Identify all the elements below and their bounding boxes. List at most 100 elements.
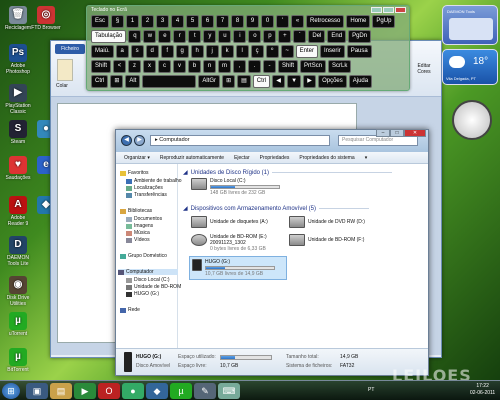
key[interactable]: Shift — [91, 60, 112, 73]
key[interactable]: º — [265, 45, 279, 58]
forward-button[interactable]: ▶ — [134, 135, 145, 146]
desktop-icon-playstation[interactable]: ▶ PlayStation Classic — [2, 84, 34, 115]
key[interactable]: 1 — [126, 15, 140, 28]
key[interactable]: h — [190, 45, 204, 58]
key[interactable]: x — [143, 60, 157, 73]
key[interactable]: Del — [308, 30, 326, 43]
address-bar[interactable]: ▸ Computador — [150, 135, 330, 146]
key[interactable]: AltGr — [198, 75, 221, 88]
desktop-icon-disk-utils[interactable]: ◉ Disk Drive Utilities — [2, 276, 34, 307]
key[interactable]: ç — [250, 45, 264, 58]
key[interactable]: ◀ — [272, 75, 286, 88]
key[interactable]: u — [218, 30, 232, 43]
key[interactable] — [142, 75, 197, 88]
file-tab[interactable]: Ficheiro — [55, 44, 85, 54]
nav-downloads[interactable]: Transferências — [126, 192, 167, 198]
key[interactable]: + — [278, 30, 292, 43]
nav-documents[interactable]: Documentos — [126, 216, 162, 222]
app-taskbar-icon[interactable]: ◆ — [146, 383, 168, 399]
key[interactable]: - — [263, 60, 277, 73]
nav-computer[interactable]: Computador — [118, 269, 178, 275]
drive-f[interactable]: Unidade de BD-ROM (F:) — [289, 234, 364, 246]
key[interactable]: 2 — [141, 15, 155, 28]
key[interactable]: « — [291, 15, 305, 28]
weather-gadget[interactable]: 18° Vila Delgada, PT — [442, 49, 498, 85]
key[interactable]: Alt — [125, 75, 141, 88]
key[interactable]: j — [205, 45, 219, 58]
key[interactable]: r — [173, 30, 187, 43]
key[interactable]: l — [235, 45, 249, 58]
maximize-button[interactable]: □ — [390, 129, 404, 137]
key[interactable]: 9 — [246, 15, 260, 28]
key[interactable]: g — [175, 45, 189, 58]
nav-videos[interactable]: Vídeos — [126, 237, 150, 243]
desktop-icon-photoshop[interactable]: Ps Adobe Photoshop — [2, 44, 34, 75]
key[interactable]: y — [203, 30, 217, 43]
more-commands-button[interactable]: ▾ — [365, 152, 368, 163]
key[interactable]: ▼ — [287, 75, 302, 88]
key[interactable]: 7 — [216, 15, 230, 28]
nav-libraries[interactable]: Bibliotecas — [120, 208, 152, 214]
key[interactable]: q — [128, 30, 142, 43]
nav-music[interactable]: Música — [126, 230, 150, 236]
paint-taskbar-icon[interactable]: ✎ — [194, 383, 216, 399]
key[interactable]: 0 — [261, 15, 275, 28]
clock-gadget[interactable] — [452, 100, 492, 140]
key[interactable]: ~ — [280, 45, 294, 58]
nav-bd-rom[interactable]: Unidade de BD-ROM — [126, 284, 181, 290]
organize-menu[interactable]: Organizar ▾ — [124, 152, 150, 163]
key[interactable]: Retrocesso — [306, 15, 345, 28]
key[interactable]: ⊞ — [110, 75, 124, 88]
nav-places[interactable]: Localizações — [126, 185, 163, 191]
key[interactable]: Inserir — [320, 45, 345, 58]
desktop-icon-browser[interactable]: ◎ FTD Browser — [30, 6, 62, 31]
key[interactable]: m — [218, 60, 232, 73]
desktop-icon-daemon-tools[interactable]: D DAEMON Tools Lite — [2, 236, 34, 267]
media-taskbar-icon[interactable]: ▶ — [74, 383, 96, 399]
nav-images[interactable]: Imagens — [126, 223, 153, 229]
key[interactable]: ScrLk — [328, 60, 352, 73]
opera-taskbar-icon[interactable]: O — [98, 383, 120, 399]
daemon-gadget[interactable]: DAEMON Tools — [442, 5, 498, 45]
key[interactable]: e — [158, 30, 172, 43]
nav-drive-c[interactable]: Disco Local (C:) — [126, 277, 170, 283]
nav-network[interactable]: Rede — [120, 307, 140, 313]
nav-drive-g[interactable]: HUGO (G:) — [126, 291, 159, 297]
key[interactable]: i — [233, 30, 247, 43]
keyboard-taskbar-icon[interactable]: ⌨ — [218, 383, 240, 399]
key[interactable]: Pausa — [346, 45, 372, 58]
minimize-button[interactable] — [371, 7, 382, 13]
key[interactable]: t — [188, 30, 202, 43]
key[interactable]: ⊞ — [222, 75, 236, 88]
explorer-taskbar-icon[interactable]: ▣ — [26, 383, 48, 399]
key[interactable]: d — [145, 45, 159, 58]
key[interactable]: PgUp — [372, 15, 396, 28]
key[interactable]: . — [248, 60, 262, 73]
system-properties-button[interactable]: Propriedades do sistema — [299, 152, 354, 163]
edit-colors-button[interactable]: Editar Cores — [411, 63, 437, 75]
key[interactable]: k — [220, 45, 234, 58]
key[interactable]: ▶ — [303, 75, 317, 88]
utorrent-taskbar-icon[interactable]: µ — [170, 383, 192, 399]
key[interactable]: Opções — [318, 75, 347, 88]
key[interactable]: ' — [276, 15, 290, 28]
paste-icon[interactable] — [57, 59, 73, 81]
nav-homegroup[interactable]: Grupo Doméstico — [120, 253, 167, 259]
desktop-icon-utorrent[interactable]: µ uTorrent — [2, 312, 34, 337]
key[interactable]: 3 — [156, 15, 170, 28]
key[interactable]: v — [173, 60, 187, 73]
key[interactable]: s — [130, 45, 144, 58]
key[interactable]: Ctrl — [91, 75, 109, 88]
group-hard-drives[interactable]: ◢ Unidades de Disco Rígido (1) — [183, 169, 392, 176]
language-indicator[interactable]: PT — [368, 387, 374, 393]
eject-button[interactable]: Ejectar — [234, 152, 250, 163]
close-button[interactable]: ✕ — [404, 129, 426, 137]
drive-e[interactable]: Unidade de BD-ROM (E:) 20091123_1302 0 b… — [191, 234, 267, 252]
key[interactable]: Maiú. — [91, 45, 114, 58]
key[interactable]: z — [128, 60, 142, 73]
minimize-button[interactable]: – — [376, 129, 390, 137]
system-clock[interactable]: 17:22 02-06-2011 — [470, 383, 495, 397]
key[interactable]: § — [111, 15, 125, 28]
close-button[interactable] — [395, 7, 406, 13]
key[interactable]: p — [263, 30, 277, 43]
